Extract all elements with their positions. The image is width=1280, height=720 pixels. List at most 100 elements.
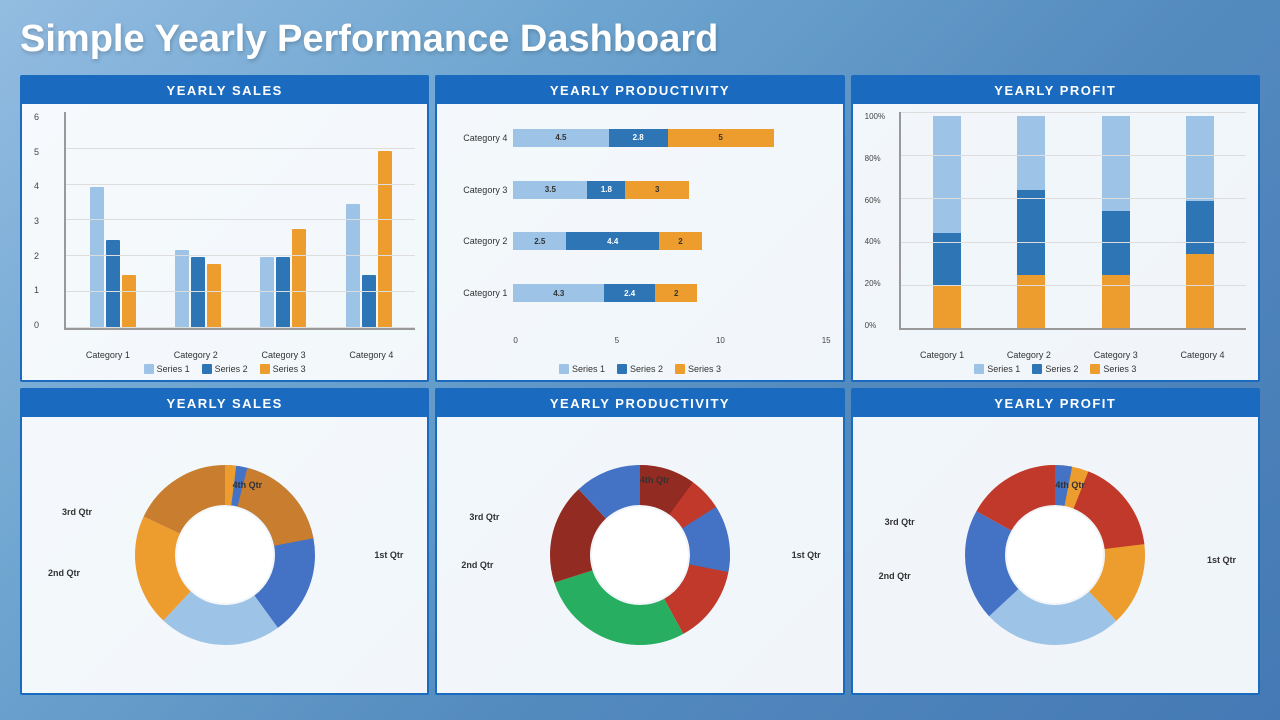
hbar-seg-cat1-s3: 2 (655, 284, 697, 302)
y-label-3: 3 (34, 216, 39, 226)
stacked-group-cat1 (905, 116, 989, 328)
hbar-legend-dot-s2 (617, 364, 627, 374)
donut-label-3rd-qtr-sales: 3rd Qtr (62, 507, 92, 517)
stacked-seg-cat4-s3 (1186, 254, 1214, 328)
stacked-seg-cat3-s3 (1102, 275, 1130, 328)
hbar-segments-cat1: 4.3 2.4 2 (513, 284, 830, 302)
stacked-bar-cat3 (1102, 116, 1130, 328)
hbar-label-cat2: Category 2 (449, 236, 507, 246)
hbar-legend-label-s1: Series 1 (572, 364, 605, 374)
y-label-1: 1 (34, 285, 39, 295)
y-label-0: 0 (34, 320, 39, 330)
stacked-y-80: 80% (865, 154, 885, 163)
yearly-productivity-donut-card: YEARLY PRODUCTIVITY 1st Qtr 2nd Qtr 3rd … (435, 388, 844, 695)
cat-label-2: Category 2 (174, 350, 218, 360)
stacked-seg-cat3-s2 (1102, 211, 1130, 275)
stacked-legend-dot-s3 (1090, 364, 1100, 374)
x-label-5: 5 (615, 336, 619, 345)
bar-cat3-s1 (260, 257, 274, 328)
hbar-seg-cat1-s1: 4.3 (513, 284, 604, 302)
hbar-seg-cat4-s1: 4.5 (513, 129, 608, 147)
bar-cat1-s3 (122, 275, 136, 328)
legend-label-s2: Series 2 (215, 364, 248, 374)
stacked-y-100: 100% (865, 112, 885, 121)
legend-s1: Series 1 (144, 364, 190, 374)
cat-label-4: Category 4 (349, 350, 393, 360)
stacked-chart-area: 0% 20% 40% 60% 80% 100% (865, 112, 1246, 374)
stacked-seg-cat2-s1 (1017, 116, 1045, 190)
donut-label-2nd-qtr-profit: 2nd Qtr (879, 571, 911, 581)
hbar-seg-cat1-s2: 2.4 (604, 284, 655, 302)
stacked-cat-label-4: Category 4 (1181, 350, 1225, 360)
stacked-group-cat4 (1158, 116, 1242, 328)
stacked-chart-legend: Series 1 Series 2 Series 3 (865, 364, 1246, 374)
hbar-chart-legend: Series 1 Series 2 Series 3 (449, 364, 830, 374)
hbar-segments-cat2: 2.5 4.4 2 (513, 232, 830, 250)
hbar-seg-cat2-s3: 2 (659, 232, 701, 250)
y-label-2: 2 (34, 251, 39, 261)
hbar-segments-cat4: 4.5 2.8 5 (513, 129, 830, 147)
yearly-profit-donut-header: YEARLY PROFIT (853, 390, 1258, 417)
donut-svg-productivity (540, 455, 740, 655)
hbar-legend-dot-s1 (559, 364, 569, 374)
dashboard-grid: YEARLY SALES 0 1 2 3 4 5 6 (20, 75, 1260, 695)
bar-cat1-s2 (106, 240, 120, 328)
stacked-legend-s3: Series 3 (1090, 364, 1136, 374)
hbar-x-axis: 0 5 10 15 (513, 336, 830, 345)
legend-label-s1: Series 1 (157, 364, 190, 374)
hbar-chart-area: Category 4 4.5 2.8 5 Category 3 3.5 1.8 (449, 112, 830, 360)
bar-cat3-s2 (276, 257, 290, 328)
stacked-cat-label-1: Category 1 (920, 350, 964, 360)
stacked-seg-cat2-s3 (1017, 275, 1045, 328)
hbar-legend-label-s2: Series 2 (630, 364, 663, 374)
stacked-legend-label-s1: Series 1 (987, 364, 1020, 374)
hbar-seg-cat3-s1: 3.5 (513, 181, 587, 199)
bar-cat4-s3 (378, 151, 392, 328)
stacked-legend-label-s2: Series 2 (1045, 364, 1078, 374)
hbar-legend-s2: Series 2 (617, 364, 663, 374)
bar-cat2-s3 (207, 264, 221, 328)
stacked-legend-dot-s2 (1032, 364, 1042, 374)
stacked-cat-label-2: Category 2 (1007, 350, 1051, 360)
yearly-profit-bar-card: YEARLY PROFIT 0% 20% 40% 60% 80% 100% (851, 75, 1260, 382)
stacked-y-40: 40% (865, 237, 885, 246)
stacked-legend-s1: Series 1 (974, 364, 1020, 374)
yearly-profit-bar-header: YEARLY PROFIT (853, 77, 1258, 104)
yearly-sales-bar-body: 0 1 2 3 4 5 6 (22, 104, 427, 380)
bar-cat3-s3 (292, 229, 306, 328)
donut-area-profit: 1st Qtr 2nd Qtr 3rd Qtr 4th Qtr (857, 421, 1254, 689)
yearly-sales-bar-header: YEARLY SALES (22, 77, 427, 104)
yearly-productivity-hbar-header: YEARLY PRODUCTIVITY (437, 77, 842, 104)
legend-s3: Series 3 (260, 364, 306, 374)
dashboard-title: Simple Yearly Performance Dashboard (20, 18, 1260, 61)
y-label-5: 5 (34, 147, 39, 157)
hbar-seg-cat4-s3: 5 (668, 129, 774, 147)
yearly-profit-donut-card: YEARLY PROFIT 1st Qtr 2nd Qtr 3rd Qtr 4t… (851, 388, 1260, 695)
yearly-productivity-donut-header: YEARLY PRODUCTIVITY (437, 390, 842, 417)
stacked-bar-cat1 (933, 116, 961, 328)
yearly-sales-donut-header: YEARLY SALES (22, 390, 427, 417)
stacked-category-labels: Category 1 Category 2 Category 3 Categor… (865, 350, 1246, 360)
hbar-legend-label-s3: Series 3 (688, 364, 721, 374)
donut-area-sales: 1st Qtr 2nd Qtr 3rd Qtr 4th Qtr (26, 421, 423, 689)
donut-label-4th-qtr-profit: 4th Qtr (1055, 480, 1085, 490)
stacked-group-cat2 (989, 116, 1073, 328)
hbar-legend-dot-s3 (675, 364, 685, 374)
yearly-sales-donut-body: 1st Qtr 2nd Qtr 3rd Qtr 4th Qtr (22, 417, 427, 693)
legend-dot-s2 (202, 364, 212, 374)
yearly-productivity-hbar-card: YEARLY PRODUCTIVITY Category 4 4.5 2.8 5 (435, 75, 844, 382)
bar-category-labels: Category 1 Category 2 Category 3 Categor… (34, 350, 415, 360)
donut-label-1st-qtr-prod: 1st Qtr (792, 550, 821, 560)
donut-label-4th-qtr-sales: 4th Qtr (233, 480, 263, 490)
stacked-seg-cat1-s3 (933, 286, 961, 328)
stacked-y-0: 0% (865, 321, 885, 330)
cat-label-1: Category 1 (86, 350, 130, 360)
bar-group-cat1 (70, 116, 155, 328)
donut-label-3rd-qtr-profit: 3rd Qtr (885, 517, 915, 527)
legend-s2: Series 2 (202, 364, 248, 374)
stacked-y-60: 60% (865, 196, 885, 205)
bar-cat2-s2 (191, 257, 205, 328)
stacked-y-labels: 0% 20% 40% 60% 80% 100% (865, 112, 885, 330)
bar-cat2-s1 (175, 250, 189, 328)
hbar-legend-s1: Series 1 (559, 364, 605, 374)
